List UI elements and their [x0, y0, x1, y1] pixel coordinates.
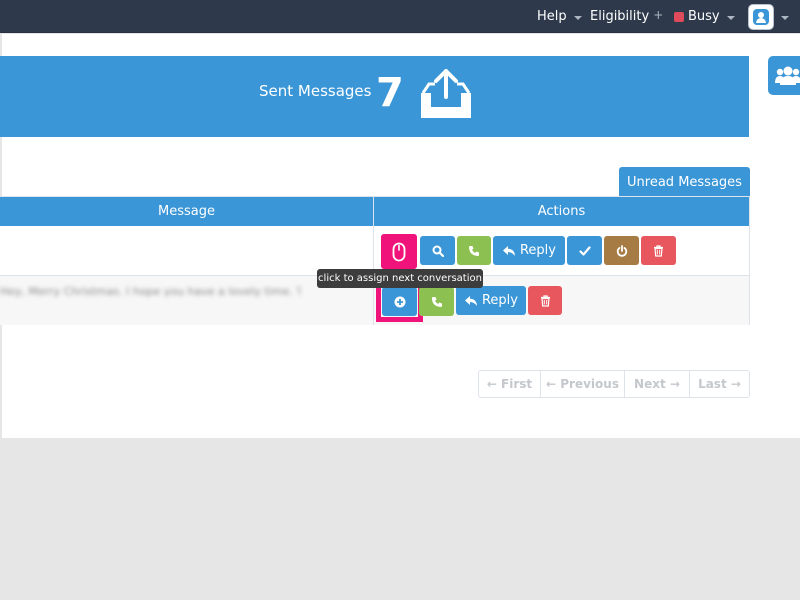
search-icon — [432, 245, 444, 257]
user-icon — [753, 8, 769, 25]
call-button[interactable] — [457, 236, 491, 265]
eligibility-label: Eligibility — [590, 9, 650, 24]
phone-icon — [431, 296, 442, 307]
pagination-previous[interactable]: ← Previous — [541, 371, 625, 397]
message-preview: Hey, Merry Christmas. I hope you have a … — [0, 285, 300, 298]
column-header-actions: Actions — [374, 197, 749, 226]
top-navbar: Help Eligibility + Busy — [0, 0, 800, 33]
mouse-icon — [392, 242, 406, 261]
tooltip: click to assign next conversation — [317, 269, 483, 288]
reply-button[interactable]: Reply — [493, 236, 565, 265]
power-icon — [616, 244, 627, 257]
reply-label: Reply — [519, 243, 556, 258]
sent-messages-label: Sent Messages — [259, 82, 372, 100]
reply-label: Reply — [481, 293, 518, 308]
outbox-icon — [419, 67, 473, 121]
avatar — [748, 3, 774, 30]
phone-icon — [469, 245, 479, 256]
plus-icon: + — [653, 7, 664, 22]
user-menu[interactable] — [748, 0, 789, 33]
trash-icon — [540, 294, 550, 307]
reply-icon — [502, 245, 515, 256]
pagination-first[interactable]: ← First — [479, 371, 541, 397]
check-icon — [578, 245, 591, 256]
reply-button[interactable]: Reply — [456, 286, 526, 315]
delete-button[interactable] — [528, 286, 562, 315]
close-conversation-button[interactable] — [604, 236, 639, 265]
sent-messages-count: 7 — [376, 70, 404, 116]
pagination-last[interactable]: Last → — [690, 371, 749, 397]
chevron-down-icon — [573, 15, 582, 20]
column-divider — [373, 197, 374, 325]
delete-button[interactable] — [641, 236, 676, 265]
status-indicator-icon — [674, 11, 684, 22]
column-header-message: Message — [0, 197, 373, 226]
view-button[interactable] — [420, 236, 455, 265]
users-icon — [775, 66, 800, 85]
status-label: Busy — [688, 9, 720, 24]
mark-done-button[interactable] — [567, 236, 602, 265]
pagination: ← First ← Previous Next → Last → — [478, 370, 750, 398]
tab-unread-messages[interactable]: Unread Messages — [619, 167, 750, 197]
eligibility-menu[interactable]: Eligibility + — [590, 0, 663, 33]
status-menu[interactable]: Busy — [674, 0, 735, 33]
chevron-down-icon — [726, 15, 735, 20]
chevron-down-icon — [781, 15, 789, 20]
trash-icon — [654, 244, 663, 257]
call-button[interactable] — [419, 287, 454, 316]
reply-icon — [464, 295, 477, 306]
highlight-frame — [376, 282, 423, 322]
sent-messages-banner — [0, 56, 749, 137]
help-menu[interactable]: Help — [537, 0, 582, 33]
help-label: Help — [537, 9, 567, 24]
users-panel-button[interactable] — [768, 56, 800, 95]
pagination-next[interactable]: Next → — [625, 371, 690, 397]
cursor-indicator — [381, 234, 417, 269]
